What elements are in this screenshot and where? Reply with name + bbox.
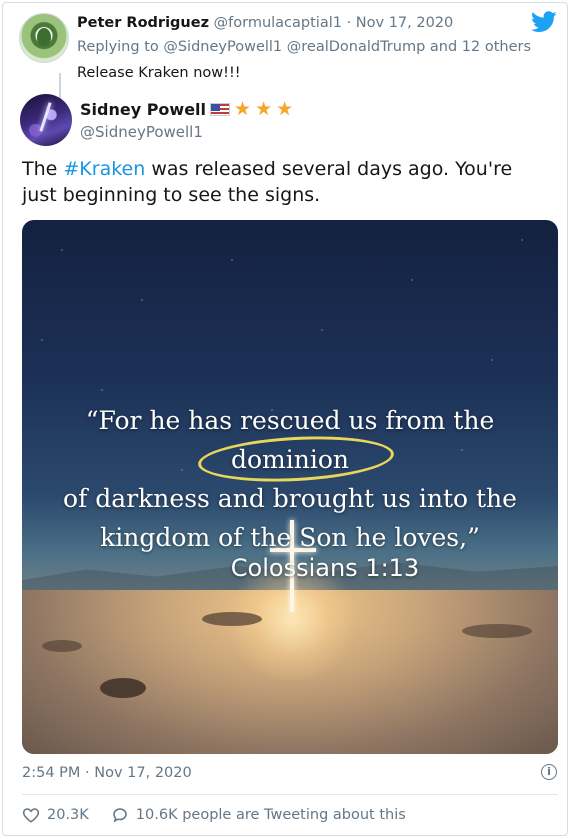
tweet-actions: 20.3K 10.6K people are Tweeting about th… xyxy=(22,806,406,824)
us-flag-icon xyxy=(210,103,231,116)
star-icon: ★ xyxy=(276,98,294,120)
tweeting-about-text: 10.6K people are Tweeting about this xyxy=(135,807,406,823)
parent-author-name[interactable]: Peter Rodriguez xyxy=(77,15,209,31)
author-name-row[interactable]: Sidney Powell ★ ★ ★ xyxy=(80,98,294,120)
star-icon: ★ xyxy=(234,98,252,120)
divider xyxy=(22,794,558,795)
quote-line-1: “For he has rescued us from the xyxy=(85,406,495,435)
hashtag-link[interactable]: #Kraken xyxy=(63,158,145,180)
replying-to-line[interactable]: Replying to @SidneyPowell1 @realDonaldTr… xyxy=(77,39,531,55)
thread-connector xyxy=(59,73,61,99)
verse-reference: Colossians 1:13 xyxy=(230,554,420,582)
tweet-text-start: The xyxy=(22,158,64,180)
parent-handle-date[interactable]: @formulacaptial1 · Nov 17, 2020 xyxy=(214,15,454,31)
tweet-text: The #Kraken was released several days ag… xyxy=(22,156,552,208)
quote-line-3: of darkness and brought us into the xyxy=(63,484,517,513)
author-avatar[interactable] xyxy=(20,94,72,146)
like-button[interactable]: 20.3K xyxy=(22,806,89,824)
author-handle[interactable]: @SidneyPowell1 xyxy=(80,123,203,141)
parent-avatar[interactable] xyxy=(19,13,69,63)
quote-line-4: kingdom of the Son he loves,” xyxy=(100,523,480,552)
parent-header: Peter Rodriguez @formulacaptial1 · Nov 1… xyxy=(77,15,453,31)
tweet-media-image[interactable]: “For he has rescued us from the dominion… xyxy=(22,220,558,754)
shrub xyxy=(42,640,82,652)
star-icon: ★ xyxy=(255,98,273,120)
tweet-card: Peter Rodriguez @formulacaptial1 · Nov 1… xyxy=(2,2,568,836)
twitter-bird-icon[interactable] xyxy=(531,11,557,33)
shrub xyxy=(462,624,532,638)
tweeting-about-link[interactable]: 10.6K people are Tweeting about this xyxy=(111,806,406,824)
shrub xyxy=(202,612,262,626)
like-count: 20.3K xyxy=(47,807,89,823)
parent-tweet[interactable]: Peter Rodriguez @formulacaptial1 · Nov 1… xyxy=(19,13,559,99)
info-icon[interactable]: i xyxy=(541,764,557,780)
tweet-timestamp[interactable]: 2:54 PM · Nov 17, 2020 xyxy=(22,765,192,781)
shrub xyxy=(100,678,146,698)
author-name[interactable]: Sidney Powell xyxy=(80,100,206,119)
parent-tweet-text: Release Kraken now!!! xyxy=(77,65,241,81)
heart-icon xyxy=(22,808,40,823)
speech-bubble-icon xyxy=(113,808,127,823)
